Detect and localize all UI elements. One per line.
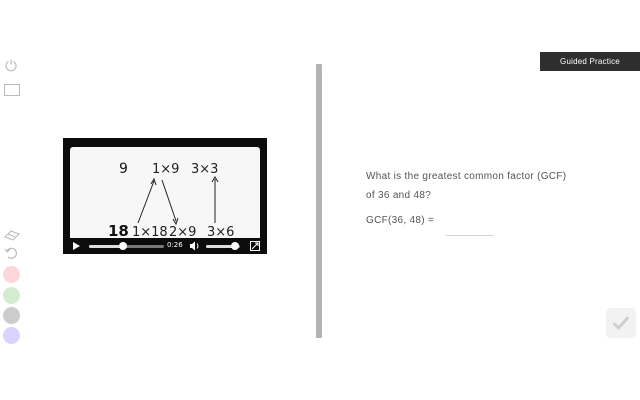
color-swatch-green[interactable] [3,287,20,304]
fullscreen-icon[interactable] [250,241,260,251]
board-top-left-number: 9 [119,161,128,177]
video-player[interactable]: 9 1×9 3×3 18 1×18 2×9 3×6 0:26 [63,138,267,254]
color-swatch-gray[interactable] [3,307,20,324]
volume-slider[interactable] [206,242,240,250]
progress-bar[interactable] [89,242,164,250]
rectangle-icon[interactable] [4,84,20,96]
progress-handle[interactable] [118,242,127,250]
question-text: What is the greatest common factor (GCF)… [366,167,606,205]
checkmark-icon [613,316,629,330]
panel-divider[interactable] [316,64,322,338]
undo-icon[interactable] [4,246,18,260]
play-icon[interactable] [73,242,80,250]
question-line-2: of 36 and 48? [366,190,432,201]
board-top-expr-2: 3×3 [191,162,218,177]
guided-practice-badge: Guided Practice [540,52,640,71]
volume-handle[interactable] [230,242,239,250]
whiteboard-drawing: 9 1×9 3×3 18 1×18 2×9 3×6 [108,161,234,240]
board-top-expr-1: 1×9 [152,162,179,177]
video-frame-whiteboard: 9 1×9 3×3 18 1×18 2×9 3×6 [70,147,260,240]
progress-fill [89,245,123,248]
drawing-toolbar [0,0,24,400]
video-controls: 0:26 [63,238,267,254]
check-answer-button[interactable] [606,308,636,338]
video-time: 0:26 [167,241,183,249]
power-icon[interactable] [4,58,18,72]
answer-label: GCF(36, 48) = [366,215,435,226]
question-line-1: What is the greatest common factor (GCF) [366,171,567,182]
answer-input[interactable] [446,235,494,236]
volume-icon[interactable] [189,241,201,251]
color-swatch-pink[interactable] [3,266,20,283]
eraser-icon[interactable] [3,228,21,242]
color-swatch-lavender[interactable] [3,327,20,344]
